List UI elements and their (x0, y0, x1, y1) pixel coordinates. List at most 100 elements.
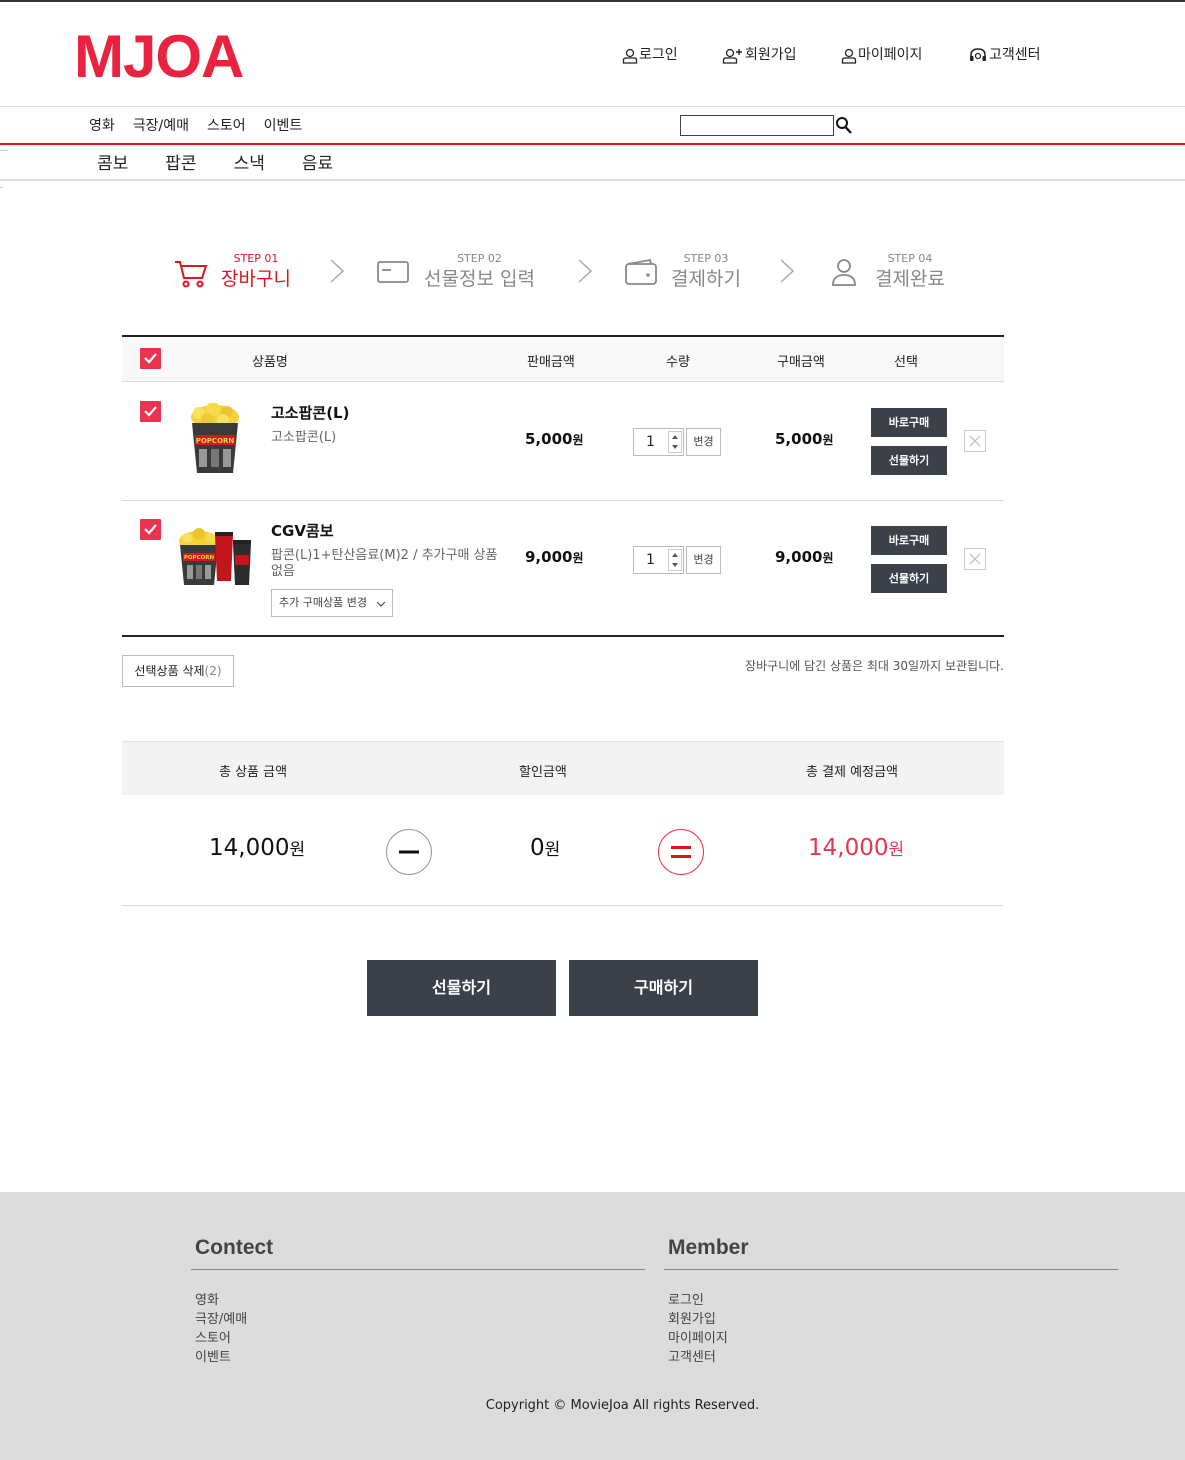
footer-link[interactable]: 영화 (195, 1291, 645, 1310)
header-total: 구매금액 (777, 355, 825, 370)
equals-glyph (671, 846, 691, 858)
store-subnav: 콤보 팝콘 스낵 음료 (97, 149, 370, 174)
login-link[interactable]: 로그인 (622, 44, 678, 64)
subnav-combo[interactable]: 콤보 (97, 149, 128, 174)
select-all-checkbox[interactable] (140, 348, 161, 369)
caret-up-icon[interactable] (669, 550, 681, 560)
quantity-stepper[interactable]: 1 (633, 546, 684, 574)
footer-link[interactable]: 스토어 (195, 1329, 645, 1348)
service-link[interactable]: 고객센터 (968, 44, 1041, 64)
check-icon (144, 353, 157, 364)
gift-all-button[interactable]: 선물하기 (367, 960, 556, 1016)
product-desc: 팝콘(L)1+탄산음료(M)2 / 추가구매 상품 없음 (271, 548, 498, 579)
search-button[interactable] (835, 115, 853, 135)
edge-mark (0, 150, 8, 151)
sale-price-value: 5,000 (525, 430, 573, 448)
footer-contect: Contect 영화 극장/예매 스토어 이벤트 (191, 1236, 645, 1367)
chevron-down-icon (376, 601, 386, 607)
combo-image: POPCORN (179, 528, 251, 585)
caret-up-icon[interactable] (669, 432, 681, 442)
join-link[interactable]: 회원가입 (722, 44, 797, 64)
chevron-right-icon (780, 259, 794, 283)
sale-price: 9,000원 (525, 548, 584, 566)
row-divider (122, 500, 1004, 501)
edge-mark (0, 187, 3, 188)
subnav-snack[interactable]: 스낵 (234, 149, 265, 174)
nav-theater[interactable]: 극장/예매 (133, 115, 189, 135)
additional-purchase-select[interactable]: 추가 구매상품 변경 (271, 589, 393, 617)
buy-all-button[interactable]: 구매하기 (569, 960, 758, 1016)
quantity-arrows[interactable] (668, 549, 682, 571)
summary-pay-amount: 14,000 (808, 835, 889, 861)
row-checkbox[interactable] (140, 519, 161, 540)
summary-unit: 원 (888, 840, 905, 860)
header-product: 상품명 (252, 355, 288, 370)
nav-movie[interactable]: 영화 (89, 115, 115, 135)
mypage-label: 마이페이지 (858, 47, 923, 63)
nav-event[interactable]: 이벤트 (264, 115, 303, 135)
purchase-price-value: 5,000 (775, 430, 823, 448)
chevron-right-icon (330, 259, 344, 283)
summary-total-value: 14,000원 (209, 835, 305, 861)
product-desc: 고소팝콘(L) (271, 430, 337, 445)
step-payment: STEP 03 결제하기 (625, 252, 741, 291)
check-icon (144, 406, 157, 417)
summary-discount-amount: 0 (530, 835, 545, 861)
mypage-link[interactable]: 마이페이지 (841, 44, 922, 64)
cart-icon (175, 260, 208, 287)
user-icon (832, 258, 856, 286)
buy-now-button[interactable]: 바로구매 (871, 408, 947, 437)
search-input[interactable] (680, 115, 834, 136)
step-name: 장바구니 (221, 268, 291, 290)
purchase-price: 9,000원 (775, 548, 834, 566)
summary-divider (122, 905, 1004, 906)
login-label: 로그인 (639, 47, 678, 63)
footer-link[interactable]: 극장/예매 (195, 1310, 645, 1329)
search-icon (836, 117, 852, 134)
nav-store[interactable]: 스토어 (207, 115, 246, 135)
product-name[interactable]: CGV콤보 (271, 520, 334, 541)
wallet-icon (625, 258, 657, 285)
user-icon (841, 48, 857, 64)
quantity-value: 1 (646, 434, 655, 450)
footer-link[interactable]: 고객센터 (668, 1348, 1118, 1367)
caret-down-icon[interactable] (669, 560, 681, 570)
sale-price: 5,000원 (525, 430, 584, 448)
table-bottom-border (122, 635, 1004, 637)
product-name[interactable]: 고소팝콘(L) (271, 402, 349, 423)
summary-unit: 원 (544, 840, 561, 860)
subnav-popcorn[interactable]: 팝콘 (165, 149, 196, 174)
caret-down-icon[interactable] (669, 442, 681, 452)
footer-link[interactable]: 로그인 (668, 1291, 1118, 1310)
top-border (0, 0, 1185, 2)
quantity-arrows[interactable] (668, 431, 682, 453)
join-label: 회원가입 (745, 47, 797, 63)
row-checkbox[interactable] (140, 401, 161, 422)
delete-selected-button[interactable]: 선택상품 삭제(2) (122, 655, 234, 687)
close-icon (969, 435, 981, 447)
gift-button[interactable]: 선물하기 (871, 446, 947, 475)
quantity-stepper[interactable]: 1 (633, 428, 684, 456)
footer-contect-title: Contect (195, 1236, 274, 1259)
additional-purchase-label: 추가 구매상품 변경 (279, 596, 367, 609)
step-complete: STEP 04 결제완료 (831, 252, 945, 291)
footer-link[interactable]: 마이페이지 (668, 1329, 1118, 1348)
footer-link[interactable]: 회원가입 (668, 1310, 1118, 1329)
svg-text:POPCORN: POPCORN (196, 437, 235, 445)
delete-selected-label: 선택상품 삭제 (134, 664, 205, 678)
subnav-drink[interactable]: 음료 (302, 149, 333, 174)
gift-button[interactable]: 선물하기 (871, 564, 947, 593)
footer-link[interactable]: 이벤트 (195, 1348, 645, 1367)
user-icon (622, 48, 638, 64)
summary-discount-label: 할인금액 (519, 765, 567, 780)
buy-now-button[interactable]: 바로구매 (871, 526, 947, 555)
quantity-change-button[interactable]: 변경 (686, 546, 721, 574)
delete-selected-count: (2) (204, 664, 222, 678)
logo[interactable]: MJOA (74, 22, 244, 92)
remove-item-button[interactable] (964, 548, 986, 570)
footer-member: Member 로그인 회원가입 마이페이지 고객센터 (664, 1236, 1118, 1367)
quantity-change-button[interactable]: 변경 (686, 428, 721, 456)
svg-text:POPCORN: POPCORN (184, 555, 215, 561)
header-price: 판매금액 (527, 355, 575, 370)
remove-item-button[interactable] (964, 430, 986, 452)
